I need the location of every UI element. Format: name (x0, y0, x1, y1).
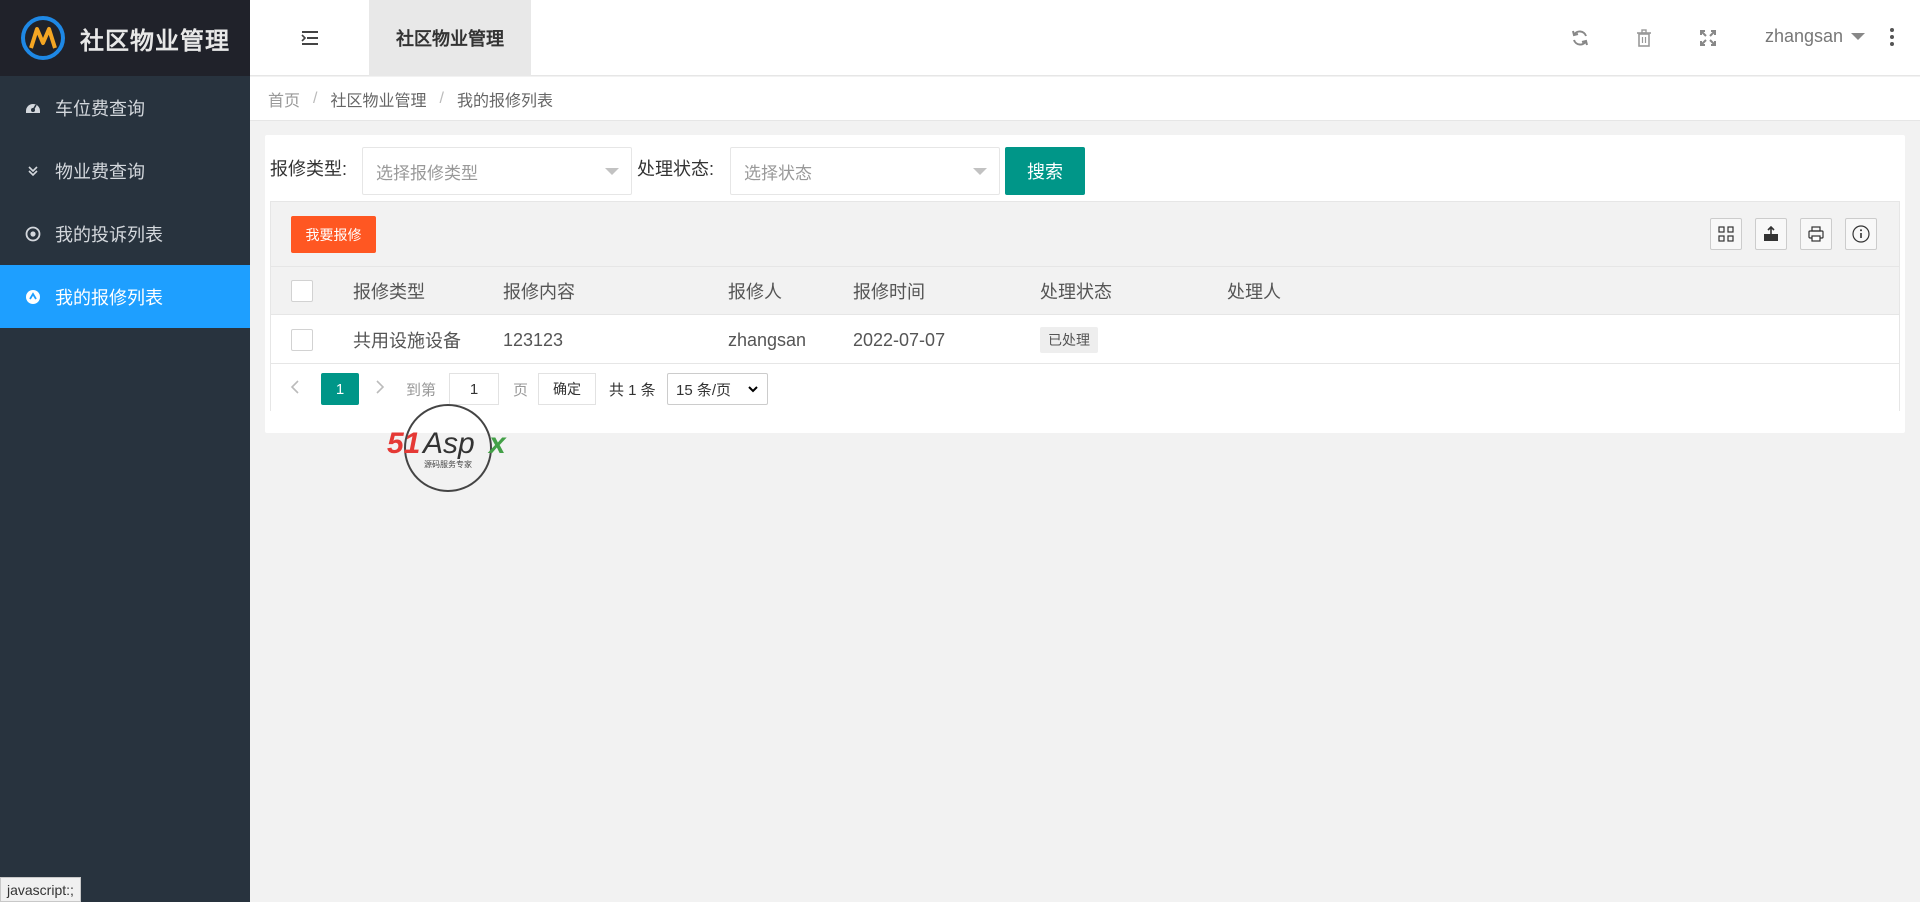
status-placeholder: 选择状态 (744, 163, 812, 183)
watermark-brand-51: 51 (387, 427, 420, 460)
sidebar-item-label: 物业费查询 (55, 161, 145, 182)
search-form: 报修类型: 选择报修类型 处理状态: 选择状态 搜索 (265, 141, 1905, 195)
user-name: zhangsan (1765, 26, 1844, 46)
caret-down-icon (1851, 33, 1866, 40)
cell-time: 2022-07-07 (853, 329, 946, 350)
dashboard-icon (25, 100, 41, 116)
logo-icon (21, 16, 65, 60)
repair-list-panel: 报修类型: 选择报修类型 处理状态: 选择状态 搜索 我要报修 报修类型 报修内… (265, 135, 1905, 433)
breadcrumb: 首页 / 社区物业管理 / 我的报修列表 (250, 77, 1920, 121)
data-table: 我要报修 报修类型 报修内容 报修人 报修时间 处理状态 处理人 共用设施设备 … (270, 201, 1900, 411)
tab-community-management[interactable]: 社区物业管理 (369, 0, 531, 76)
table-header: 报修类型 报修内容 报修人 报修时间 处理状态 处理人 (271, 267, 1899, 315)
chevron-down-icon (748, 386, 758, 393)
breadcrumb-separator: / (313, 89, 318, 107)
prev-page-icon[interactable] (289, 380, 301, 394)
column-header[interactable]: 报修内容 (503, 267, 575, 315)
search-button[interactable]: 搜索 (1005, 147, 1085, 195)
sidebar-item-label: 车位费查询 (55, 98, 145, 119)
status-select[interactable]: 选择状态 (730, 147, 1000, 195)
more-vertical-icon[interactable] (1889, 28, 1895, 46)
repair-type-placeholder: 选择报修类型 (376, 163, 478, 183)
refresh-icon[interactable] (1570, 28, 1590, 48)
cell-content: 123123 (503, 329, 564, 350)
status-label: 处理状态: (637, 159, 715, 179)
double-chevron-down-icon (25, 163, 41, 179)
goto-confirm-button[interactable]: 确定 (538, 373, 596, 405)
repair-type-label: 报修类型: (270, 159, 348, 179)
cell-reporter: zhangsan (728, 329, 807, 350)
watermark-tagline: 源码服务专家 (424, 459, 472, 469)
page-unit-label: 页 (513, 382, 529, 399)
sidebar-item-property-fee[interactable]: 物业费查询 (0, 139, 250, 202)
watermark-brand-x: x (487, 427, 507, 460)
watermark-logo: 51 Asp x 源码服务专家 (385, 403, 515, 493)
chevron-down-icon (973, 168, 987, 175)
logo[interactable]: 社区物业管理 (0, 0, 250, 76)
column-header[interactable]: 处理人 (1227, 267, 1281, 315)
menu-toggle-icon[interactable] (300, 28, 320, 48)
page-size-value: 15 条/页 (676, 381, 732, 399)
sidebar-item-parking-fee[interactable]: 车位费查询 (0, 76, 250, 139)
page-current[interactable]: 1 (321, 373, 359, 405)
page-size-select[interactable]: 15 条/页 (667, 373, 768, 405)
status-badge: 已处理 (1040, 327, 1098, 353)
trash-icon[interactable] (1634, 28, 1654, 48)
total-count: 共 1 条 (609, 382, 656, 399)
goto-label: 到第 (406, 382, 437, 399)
breadcrumb-current: 我的报修列表 (456, 92, 553, 110)
table-row[interactable]: 共用设施设备 123123 zhangsan 2022-07-07 已处理 (271, 316, 1899, 364)
goto-page-input[interactable] (449, 373, 499, 405)
select-all-checkbox[interactable] (291, 280, 313, 302)
watermark-brand-aspx: Asp (421, 427, 475, 460)
breadcrumb-separator: / (439, 89, 444, 107)
table-toolbar: 我要报修 (271, 202, 1899, 267)
info-icon[interactable] (1845, 218, 1877, 250)
next-page-icon[interactable] (374, 380, 386, 394)
top-header: 社区物业管理 zhangsan (250, 0, 1920, 76)
columns-icon[interactable] (1710, 218, 1742, 250)
sidebar-item-label: 我的报修列表 (55, 287, 163, 308)
breadcrumb-section[interactable]: 社区物业管理 (330, 87, 426, 111)
circle-arrow-icon (25, 289, 41, 305)
sidebar: 社区物业管理 车位费查询 物业费查询 我的投诉列表 我的报修列表 (0, 0, 250, 902)
pagination: 1 到第 页 确定 共 1 条 15 条/页 (271, 365, 1899, 411)
fullscreen-icon[interactable] (1698, 28, 1718, 48)
column-header[interactable]: 报修类型 (353, 267, 425, 315)
user-menu[interactable]: zhangsan (1765, 26, 1866, 47)
column-header[interactable]: 处理状态 (1040, 267, 1112, 315)
chevron-down-icon (605, 168, 619, 175)
sidebar-nav: 车位费查询 物业费查询 我的投诉列表 我的报修列表 (0, 76, 250, 328)
column-header[interactable]: 报修时间 (853, 267, 925, 315)
sidebar-item-label: 我的投诉列表 (55, 224, 163, 245)
add-repair-button[interactable]: 我要报修 (291, 216, 376, 253)
sidebar-item-repairs[interactable]: 我的报修列表 (0, 265, 250, 328)
breadcrumb-home[interactable]: 首页 (268, 87, 300, 111)
cell-status: 已处理 (1040, 316, 1098, 364)
cell-repair-type: 共用设施设备 (353, 331, 461, 351)
repair-type-select[interactable]: 选择报修类型 (362, 147, 632, 195)
column-header[interactable]: 报修人 (728, 267, 782, 315)
sidebar-item-complaints[interactable]: 我的投诉列表 (0, 202, 250, 265)
export-icon[interactable] (1755, 218, 1787, 250)
print-icon[interactable] (1800, 218, 1832, 250)
app-title: 社区物业管理 (80, 27, 230, 55)
status-bar-url: javascript:; (0, 877, 81, 902)
row-checkbox[interactable] (291, 329, 313, 351)
target-circle-icon (25, 226, 41, 242)
